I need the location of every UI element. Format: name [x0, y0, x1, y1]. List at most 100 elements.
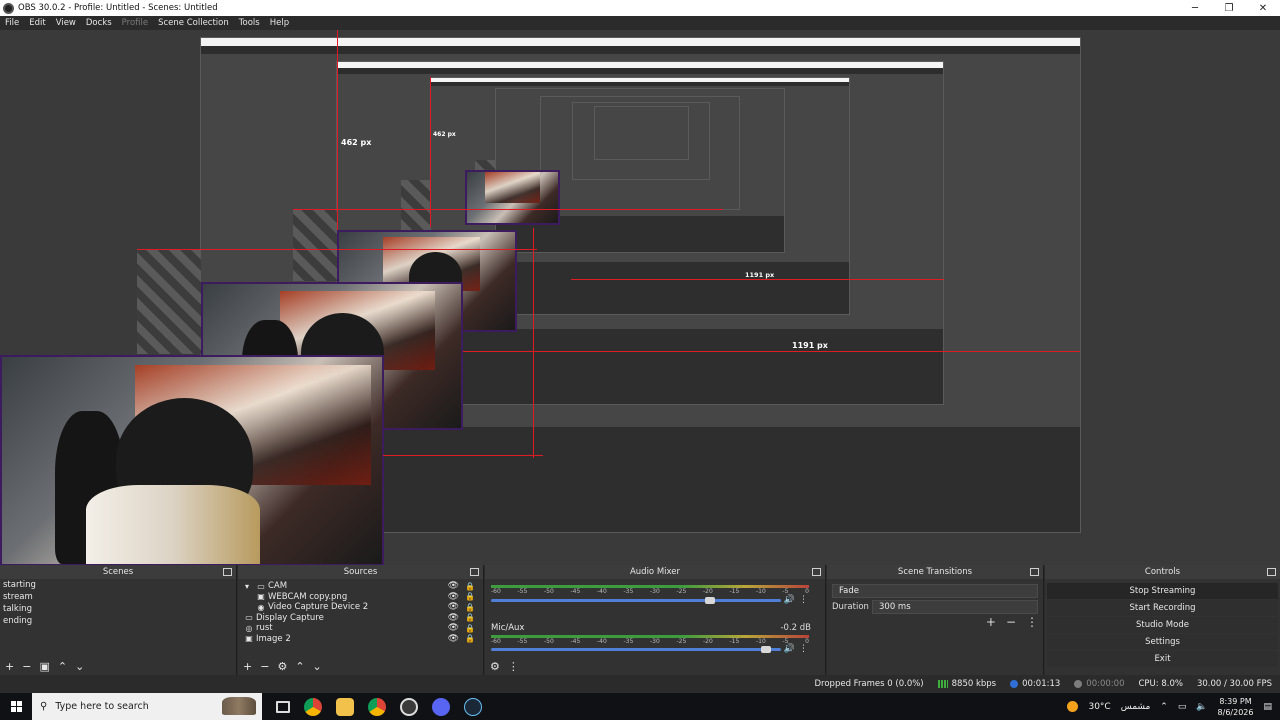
title-bar: OBS 30.0.2 - Profile: Untitled - Scenes:… — [0, 0, 1280, 16]
undock-icon[interactable] — [1030, 568, 1039, 576]
scene-filters-button[interactable]: ▣ — [39, 660, 49, 673]
undock-icon[interactable] — [812, 568, 821, 576]
guide-line — [137, 249, 537, 250]
visibility-eye-icon[interactable]: 👁 — [448, 592, 459, 602]
exit-button[interactable]: Exit — [1047, 651, 1278, 667]
menu-tools[interactable]: Tools — [239, 18, 260, 28]
move-scene-up-button[interactable]: ⌃ — [58, 660, 67, 673]
start-recording-button[interactable]: Start Recording — [1047, 600, 1278, 616]
minimize-button[interactable]: ─ — [1178, 3, 1212, 14]
speaker-icon[interactable]: 🔊 — [784, 644, 795, 654]
obs-icon[interactable] — [400, 697, 418, 716]
move-source-down-button[interactable]: ⌄ — [313, 660, 322, 673]
menu-docks[interactable]: Docks — [86, 18, 112, 28]
transition-menu-button[interactable]: ⋮ — [1026, 615, 1038, 629]
source-item-image-2[interactable]: ▣ Image 2 👁 🔒 — [238, 634, 483, 645]
add-transition-button[interactable]: + — [986, 615, 996, 629]
visibility-eye-icon[interactable]: 👁 — [448, 613, 459, 623]
visibility-eye-icon[interactable]: 👁 — [448, 581, 459, 591]
menu-help[interactable]: Help — [270, 18, 289, 28]
visibility-eye-icon[interactable]: 👁 — [448, 602, 459, 612]
file-explorer-icon[interactable] — [336, 697, 354, 716]
source-properties-button[interactable]: ⚙ — [277, 660, 287, 673]
visibility-eye-icon[interactable]: 👁 — [448, 634, 459, 644]
taskbar-search[interactable]: ⚲ Type here to search — [32, 693, 262, 720]
more-options-icon[interactable]: ⋮ — [799, 595, 808, 605]
maximize-button[interactable]: ❐ — [1212, 3, 1246, 14]
scene-item-starting[interactable]: starting — [0, 579, 236, 591]
menu-profile[interactable]: Profile — [122, 18, 148, 28]
menu-file[interactable]: File — [5, 18, 19, 28]
duration-input[interactable]: 300 ms — [872, 600, 1038, 614]
visibility-eye-icon[interactable]: 👁 — [448, 623, 459, 633]
menu-view[interactable]: View — [56, 18, 76, 28]
chrome-icon[interactable] — [368, 697, 386, 716]
undock-icon[interactable] — [1267, 568, 1276, 576]
source-item-display-capture[interactable]: ▭ Display Capture 👁 🔒 — [238, 613, 483, 624]
add-scene-button[interactable]: + — [5, 660, 14, 673]
undock-icon[interactable] — [223, 568, 232, 576]
menu-scene-collection[interactable]: Scene Collection — [158, 18, 229, 28]
lock-icon[interactable]: 🔒 — [465, 613, 475, 622]
undock-icon[interactable] — [470, 568, 479, 576]
clock[interactable]: 8:39 PM 8/6/2026 — [1218, 696, 1254, 718]
add-source-button[interactable]: + — [243, 660, 252, 673]
mixer-menu-icon[interactable]: ⋮ — [508, 660, 519, 673]
obs-logo-icon — [3, 2, 14, 14]
source-item-cam[interactable]: ▾ ▭ CAM 👁 🔒 — [238, 581, 483, 592]
source-item-webcam-png[interactable]: ▣ WEBCAM copy.png 👁 🔒 — [238, 592, 483, 603]
remove-transition-button[interactable]: − — [1006, 615, 1016, 629]
guide-line — [430, 77, 431, 227]
volume-icon[interactable]: 🔈 — [1196, 702, 1207, 712]
tray-chevron-icon[interactable]: ⌃ — [1160, 702, 1168, 712]
stream-timer: 00:01:13 — [1010, 679, 1060, 689]
discord-icon[interactable] — [432, 697, 450, 716]
speaker-icon[interactable]: 🔊 — [784, 595, 795, 605]
source-item-video-capture[interactable]: ◉ Video Capture Device 2 👁 🔒 — [238, 602, 483, 613]
menu-edit[interactable]: Edit — [29, 18, 45, 28]
dropped-frames: Dropped Frames 0 (0.0%) — [814, 679, 924, 689]
weather-condition[interactable]: مشمس — [1121, 702, 1151, 712]
fader-handle[interactable] — [705, 597, 715, 604]
menu-bar: File Edit View Docks Profile Scene Colle… — [0, 16, 1280, 30]
bounding-box-hatch — [401, 180, 431, 230]
scene-item-stream[interactable]: stream — [0, 591, 236, 603]
fader-handle[interactable] — [761, 646, 771, 653]
scene-item-ending[interactable]: ending — [0, 615, 236, 627]
more-options-icon[interactable]: ⋮ — [799, 644, 808, 654]
move-source-up-button[interactable]: ⌃ — [295, 660, 304, 673]
close-button[interactable]: ✕ — [1246, 3, 1280, 14]
chrome-icon[interactable] — [304, 697, 322, 716]
preview-canvas[interactable]: 462 px 462 px 1191 px 1191 px — [0, 30, 1280, 565]
task-view-icon[interactable] — [276, 700, 290, 713]
webcam-feed[interactable] — [0, 355, 384, 565]
settings-button[interactable]: Settings — [1047, 634, 1278, 650]
lock-icon[interactable]: 🔒 — [465, 582, 475, 591]
steam-icon[interactable] — [464, 697, 482, 716]
notifications-icon[interactable]: ▤ — [1263, 702, 1272, 712]
stream-status-icon — [1010, 679, 1019, 688]
transition-select[interactable]: Fade — [832, 584, 1038, 598]
folder-icon: ▾ — [244, 581, 249, 591]
webcam-feed-echo — [465, 170, 560, 225]
volume-fader[interactable] — [491, 599, 781, 602]
remove-source-button[interactable]: − — [260, 660, 269, 673]
source-item-rust[interactable]: ◎ rust 👁 🔒 — [238, 623, 483, 634]
mixer-settings-icon[interactable]: ⚙ — [490, 660, 500, 673]
lock-icon[interactable]: 🔒 — [465, 624, 475, 633]
scene-item-talking[interactable]: talking — [0, 603, 236, 615]
network-icon[interactable]: ▭ — [1178, 702, 1187, 712]
lock-icon[interactable]: 🔒 — [465, 592, 475, 601]
start-button[interactable] — [0, 693, 32, 720]
controls-panel: Controls Stop Streaming Start Recording … — [1045, 565, 1280, 675]
remove-scene-button[interactable]: − — [22, 660, 31, 673]
size-label: 1191 px — [745, 271, 775, 279]
weather-temp[interactable]: 30°C — [1088, 702, 1110, 712]
lock-icon[interactable]: 🔒 — [465, 603, 475, 612]
system-tray: 30°C مشمس ⌃ ▭ 🔈 8:39 PM 8/6/2026 ▤ — [1067, 696, 1280, 718]
volume-fader[interactable] — [491, 648, 781, 651]
lock-icon[interactable]: 🔒 — [465, 634, 475, 643]
move-scene-down-button[interactable]: ⌄ — [75, 660, 84, 673]
studio-mode-button[interactable]: Studio Mode — [1047, 617, 1278, 633]
stop-streaming-button[interactable]: Stop Streaming — [1047, 583, 1278, 599]
